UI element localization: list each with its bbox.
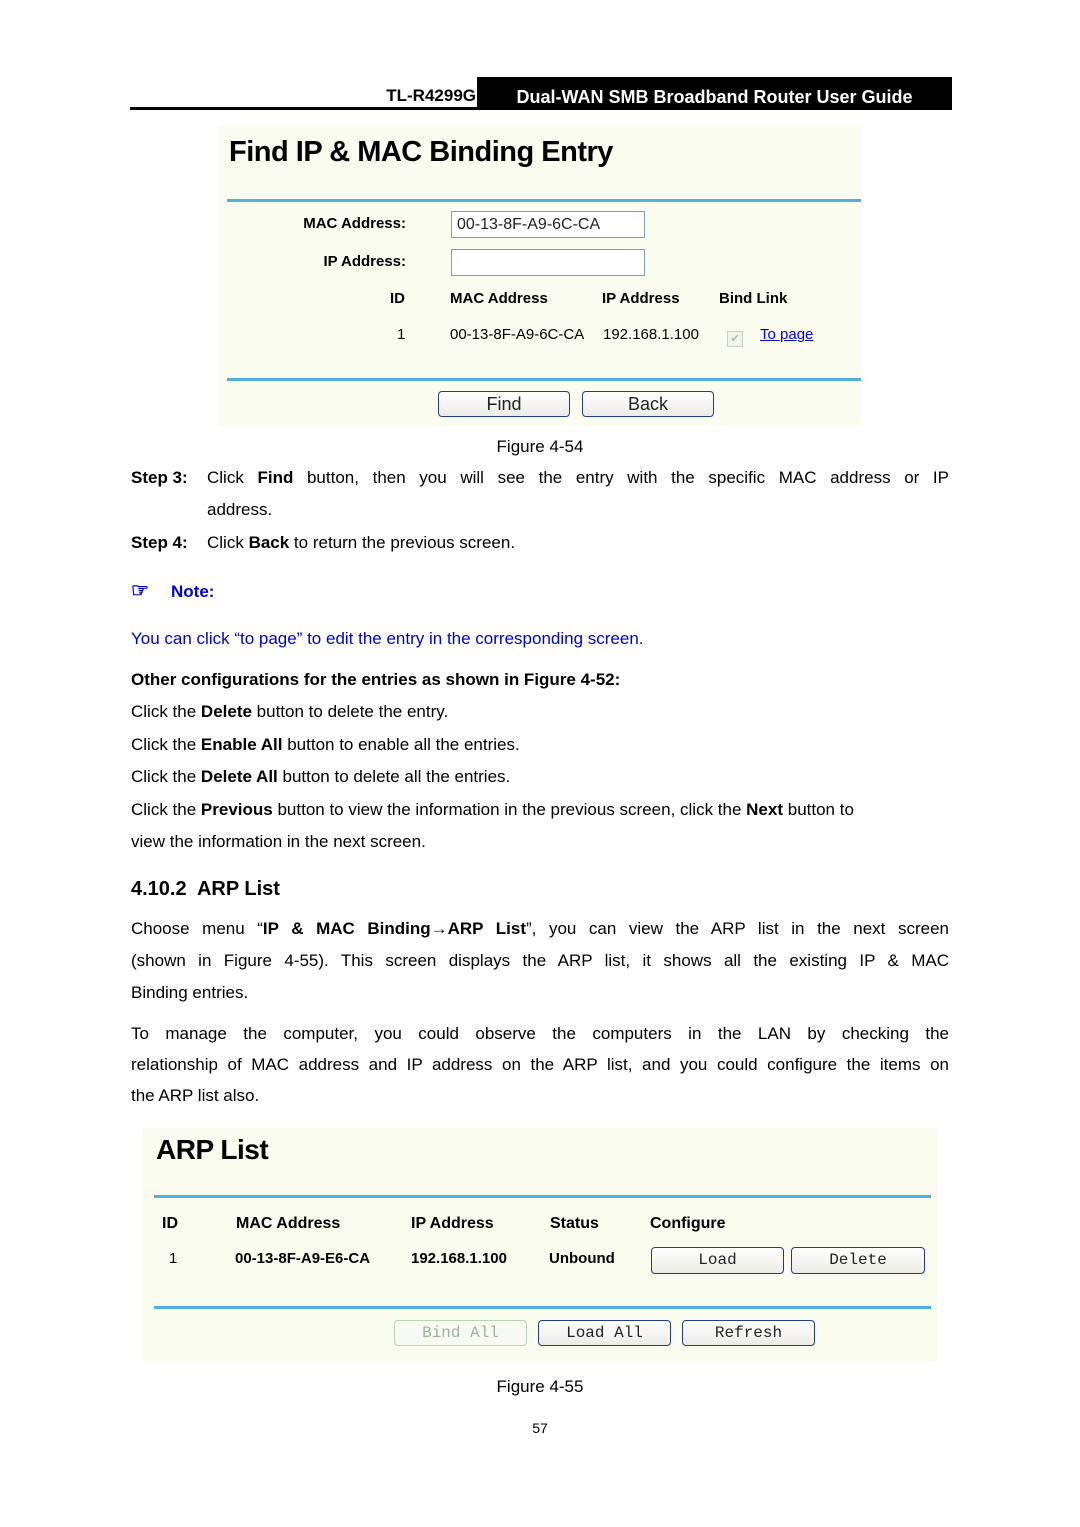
delete-button[interactable]: Delete <box>791 1247 925 1274</box>
col-header-ip: IP Address <box>411 1215 494 1232</box>
step-4: Step 4: Click Back to return the previous… <box>131 527 515 559</box>
header-divider <box>130 107 952 110</box>
note-heading: ☞ Note: <box>131 580 215 602</box>
mac-address-input[interactable] <box>451 211 645 238</box>
figure-caption-55: Figure 4-55 <box>496 1377 584 1396</box>
top-divider <box>227 199 861 202</box>
row-ip: 192.168.1.100 <box>411 1250 507 1267</box>
config-line-delete-all: Click the Delete All button to delete al… <box>131 767 511 786</box>
pointing-hand-icon: ☞ <box>131 580 149 602</box>
step-3: Step 3: Click Find button, then you will… <box>131 462 949 526</box>
mac-address-label: MAC Address: <box>303 215 406 232</box>
to-page-link[interactable]: To page <box>760 326 813 343</box>
col-header-ip: IP Address <box>602 290 680 307</box>
panel-title: ARP List <box>156 1134 269 1165</box>
top-divider <box>154 1195 931 1198</box>
bottom-divider <box>154 1306 931 1309</box>
config-line-previous-next: Click the Previous button to view the in… <box>131 800 854 851</box>
back-button[interactable]: Back <box>582 391 714 417</box>
row-id: 1 <box>169 1250 178 1267</box>
col-header-configure: Configure <box>650 1215 726 1232</box>
col-header-id: ID <box>162 1215 178 1232</box>
col-header-mac: MAC Address <box>450 290 548 307</box>
section-heading: 4.10.2 ARP List <box>131 878 280 900</box>
header-guide-title: Dual-WAN SMB Broadband Router User Guide <box>477 77 952 110</box>
panel-title: Find IP & MAC Binding Entry <box>229 136 613 168</box>
section-para-2: To manage the computer, you could observ… <box>131 1024 949 1105</box>
step-3-label: Step 3: <box>131 468 188 487</box>
other-config-heading: Other configurations for the entries as … <box>131 670 621 689</box>
refresh-button[interactable]: Refresh <box>682 1320 815 1346</box>
row-status: Unbound <box>549 1250 615 1267</box>
col-header-bind-link: Bind Link <box>719 290 788 307</box>
back-ref: Back <box>248 533 290 552</box>
section-para-1: Choose menu “IP & MAC Binding→ARP List”,… <box>131 919 949 1002</box>
find-button[interactable]: Find <box>438 391 570 417</box>
note-text: You can click “to page” to edit the entr… <box>131 629 644 648</box>
col-header-status: Status <box>550 1215 599 1232</box>
find-ref: Find <box>257 468 294 487</box>
figure-caption-54: Figure 4-54 <box>496 437 584 456</box>
find-binding-panel: Find IP & MAC Binding Entry MAC Address:… <box>219 126 861 426</box>
bind-all-button[interactable]: Bind All <box>394 1320 527 1346</box>
col-header-mac: MAC Address <box>236 1215 341 1232</box>
ip-address-label: IP Address: <box>323 253 406 270</box>
header-model: TL-R4299G <box>386 86 476 105</box>
row-mac: 00-13-8F-A9-E6-CA <box>235 1250 371 1267</box>
load-button[interactable]: Load <box>651 1247 784 1274</box>
row-id: 1 <box>397 326 406 343</box>
load-all-button[interactable]: Load All <box>538 1320 671 1346</box>
page-number: 57 <box>532 1420 548 1436</box>
row-ip: 192.168.1.100 <box>603 326 699 343</box>
config-line-enable-all: Click the Enable All button to enable al… <box>131 735 520 754</box>
config-line-delete: Click the Delete button to delete the en… <box>131 702 449 721</box>
bind-checkbox[interactable]: ✔ <box>727 331 743 347</box>
row-mac: 00-13-8F-A9-6C-CA <box>450 326 585 343</box>
bottom-divider <box>227 378 861 381</box>
arp-list-panel: ARP List ID MAC Address IP Address Statu… <box>142 1128 938 1362</box>
checkmark-icon: ✔ <box>730 333 740 345</box>
step-4-label: Step 4: <box>131 533 188 552</box>
menu-path: IP & MAC Binding→ARP List <box>262 919 526 938</box>
ip-address-input[interactable] <box>451 249 645 276</box>
col-header-id: ID <box>390 290 405 307</box>
